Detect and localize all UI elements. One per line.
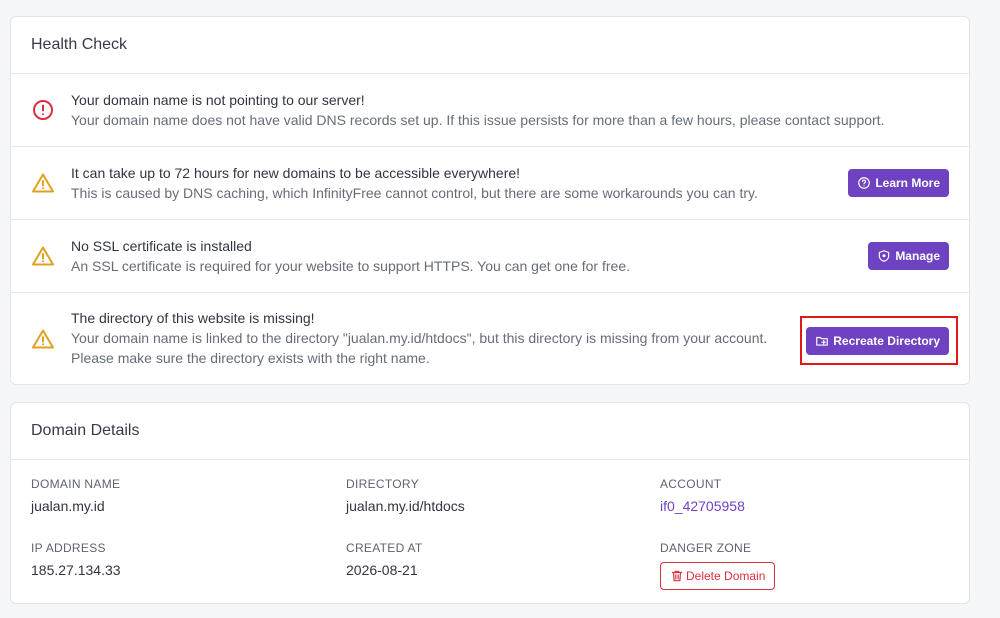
- domain-name-value: jualan.my.id: [31, 498, 105, 514]
- domain-details-header: Domain Details: [11, 403, 969, 460]
- health-check-header: Health Check: [11, 17, 969, 74]
- ip-address-label: IP ADDRESS: [31, 541, 106, 555]
- domain-name-label: DOMAIN NAME: [31, 477, 121, 491]
- created-at-value: 2026-08-21: [346, 562, 418, 578]
- field-ip-address: IP ADDRESS 185.27.134.33: [31, 541, 121, 578]
- learn-more-button[interactable]: Learn More: [848, 169, 949, 197]
- delete-domain-label: Delete Domain: [686, 569, 766, 583]
- danger-zone-label: DANGER ZONE: [660, 541, 752, 555]
- health-check-card: Health Check Your domain name is not poi…: [10, 16, 970, 385]
- warning-triangle-icon: [31, 171, 55, 195]
- account-label: ACCOUNT: [660, 477, 722, 491]
- account-link[interactable]: if0_42705958: [660, 498, 745, 514]
- field-domain-name: DOMAIN NAME jualan.my.id: [31, 477, 120, 514]
- alert-description: An SSL certificate is required for your …: [71, 258, 630, 274]
- alert-description-line-2: Please make sure the directory exists wi…: [71, 350, 430, 366]
- trash-icon: [670, 569, 684, 583]
- field-created-at: CREATED AT 2026-08-21: [346, 541, 423, 578]
- recreate-directory-button[interactable]: Recreate Directory: [806, 327, 949, 355]
- help-circle-icon: [857, 176, 871, 190]
- field-danger-zone: DANGER ZONE Delete Domain: [660, 541, 776, 590]
- alert-ssl-missing: No SSL certificate is installed An SSL c…: [11, 220, 969, 293]
- alert-directory-missing: The directory of this website is missing…: [11, 293, 969, 386]
- alert-title: It can take up to 72 hours for new domai…: [71, 165, 521, 181]
- health-check-title: Health Check: [31, 36, 128, 53]
- directory-value: jualan.my.id/htdocs: [346, 498, 465, 514]
- shield-icon: [877, 249, 891, 263]
- learn-more-label: Learn More: [875, 176, 940, 190]
- alert-title: The directory of this website is missing…: [71, 310, 315, 326]
- domain-details-card: Domain Details DOMAIN NAME jualan.my.id …: [10, 402, 970, 604]
- field-directory: DIRECTORY jualan.my.id/htdocs: [346, 477, 465, 514]
- folder-plus-icon: [815, 334, 829, 348]
- alert-title: Your domain name is not pointing to our …: [71, 92, 365, 108]
- alert-description: Your domain name does not have valid DNS…: [71, 112, 885, 128]
- alert-dns-not-pointing: Your domain name is not pointing to our …: [11, 74, 969, 147]
- warning-triangle-icon: [31, 327, 55, 351]
- directory-label: DIRECTORY: [346, 477, 419, 491]
- domain-details-title: Domain Details: [31, 422, 140, 439]
- alert-title: No SSL certificate is installed: [71, 238, 252, 254]
- alert-description: This is caused by DNS caching, which Inf…: [71, 185, 758, 201]
- ip-address-value: 185.27.134.33: [31, 562, 121, 578]
- warning-triangle-icon: [31, 244, 55, 268]
- manage-ssl-button[interactable]: Manage: [868, 242, 949, 270]
- field-account: ACCOUNT if0_42705958: [660, 477, 745, 514]
- manage-label: Manage: [895, 249, 940, 263]
- alert-dns-propagation: It can take up to 72 hours for new domai…: [11, 147, 969, 220]
- alert-description-line-1: Your domain name is linked to the direct…: [71, 330, 768, 346]
- recreate-directory-label: Recreate Directory: [833, 334, 940, 348]
- created-at-label: CREATED AT: [346, 541, 423, 555]
- alert-circle-icon: [31, 98, 55, 122]
- delete-domain-button[interactable]: Delete Domain: [660, 562, 776, 590]
